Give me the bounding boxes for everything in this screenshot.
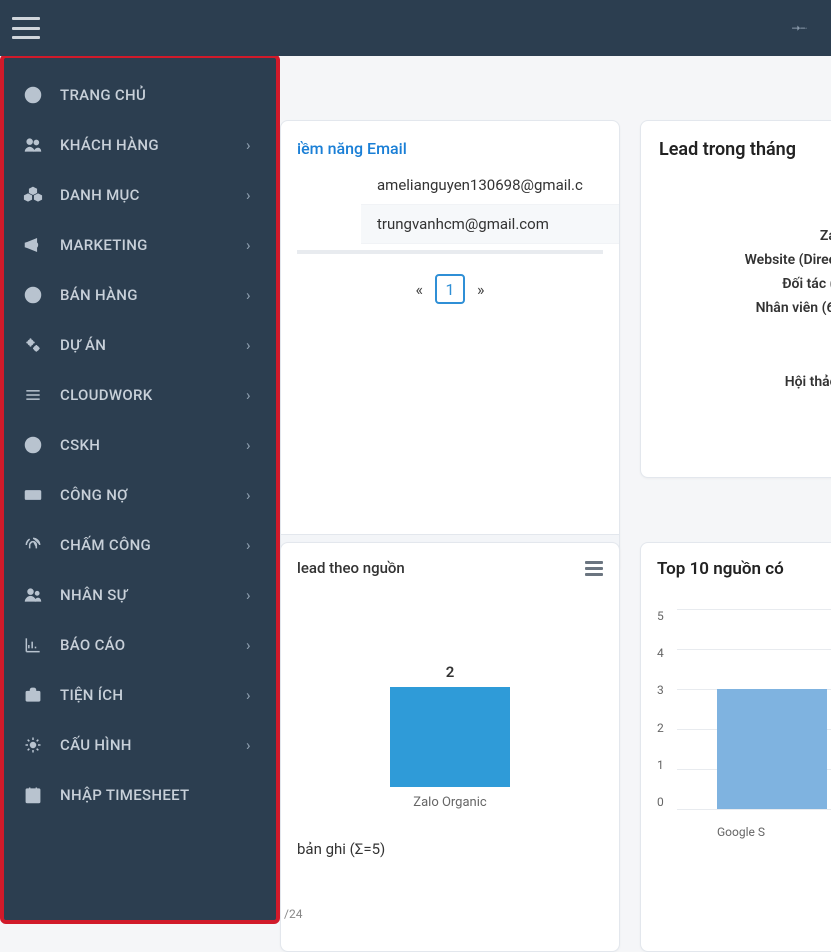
pager-next[interactable]: » xyxy=(477,280,485,299)
users-icon xyxy=(22,134,44,156)
chevron-right-icon: › xyxy=(246,386,258,404)
chevron-right-icon: › xyxy=(246,736,258,754)
chevron-right-icon: › xyxy=(246,136,258,154)
bar-category: Google S xyxy=(717,825,765,839)
stat-line: Website (Direct) (3%): xyxy=(659,248,831,272)
bar-value: 2 xyxy=(446,663,455,681)
sidebar-item-label: MARKETING xyxy=(60,236,246,254)
sidebar-item-label: CSKH xyxy=(60,436,246,454)
list-icon xyxy=(22,384,44,406)
sidebar-item-marketing[interactable]: MARKETING› xyxy=(4,220,276,270)
sidebar-item-cloudwork[interactable]: CLOUDWORK› xyxy=(4,370,276,420)
lead-month-card: Lead trong tháng Lea Zalo Orga Website (… xyxy=(640,120,831,478)
sidebar-item-label: CÔNG NỢ xyxy=(60,486,246,504)
chart-menu-icon[interactable] xyxy=(585,561,603,576)
sidebar-item-label: TIỆN ÍCH xyxy=(60,686,246,704)
sidebar-item-label: TRANG CHỦ xyxy=(60,86,258,104)
chevron-right-icon: › xyxy=(246,636,258,654)
sidebar-item-cấu-hình[interactable]: CẤU HÌNH› xyxy=(4,720,276,770)
fingerprint-icon xyxy=(22,534,44,556)
chevron-right-icon: › xyxy=(246,236,258,254)
gears-icon xyxy=(22,334,44,356)
chevron-right-icon: › xyxy=(246,336,258,354)
sidebar-item-label: CLOUDWORK xyxy=(60,386,246,404)
sidebar-item-label: NHÂN SỰ xyxy=(60,586,246,604)
sidebar-item-label: BÁN HÀNG xyxy=(60,286,246,304)
report-icon xyxy=(22,634,44,656)
sidebar-item-label: DANH MỤC xyxy=(60,186,246,204)
money-icon xyxy=(22,484,44,506)
megaphone-icon xyxy=(22,234,44,256)
pager-prev[interactable]: « xyxy=(415,280,423,299)
chart-title: lead theo nguồn xyxy=(297,559,405,577)
lead-month-title: Lead trong tháng xyxy=(659,139,831,160)
chevron-right-icon: › xyxy=(246,486,258,504)
sidebar-item-cskh[interactable]: CSKH› xyxy=(4,420,276,470)
sidebar-item-nhập-timesheet[interactable]: NHẬP TIMESHEET xyxy=(4,770,276,820)
target-icon xyxy=(22,284,44,306)
lead-source-chart-card: lead theo nguồn 2 Zalo Organic bản ghi (… xyxy=(280,542,620,952)
record-count: bản ghi (Σ=5) xyxy=(297,840,603,858)
sidebar-item-label: BÁO CÁO xyxy=(60,636,246,654)
bar-category: Zalo Organic xyxy=(297,795,603,810)
email-row[interactable]: amelianguyen130698@gmail.c xyxy=(361,166,619,205)
sidebar-item-dự-án[interactable]: DỰ ÁN› xyxy=(4,320,276,370)
stat-line: Zalo Orga xyxy=(659,224,831,248)
chevron-right-icon: › xyxy=(246,536,258,554)
chevron-right-icon: › xyxy=(246,686,258,704)
calendar-icon xyxy=(22,784,44,806)
sidebar-item-label: KHÁCH HÀNG xyxy=(60,136,246,154)
sidebar-item-trang-chủ[interactable]: TRANG CHỦ xyxy=(4,70,276,120)
briefcase-icon xyxy=(22,684,44,706)
email-row[interactable]: trungvanhcm@gmail.com xyxy=(361,205,619,244)
chevron-right-icon: › xyxy=(246,286,258,304)
sidebar-item-nhân-sự[interactable]: NHÂN SỰ› xyxy=(4,570,276,620)
dashboard-icon xyxy=(22,84,44,106)
chevron-right-icon: › xyxy=(246,186,258,204)
top-sources-chart-card: Top 10 nguồn có 5 4 3 2 1 0 Google S xyxy=(640,542,831,952)
pagination: « 1 » xyxy=(281,254,619,324)
sidebar-item-bán-hàng[interactable]: BÁN HÀNG› xyxy=(4,270,276,320)
chevron-right-icon: › xyxy=(246,436,258,454)
sidebar-item-label: CẤU HÌNH xyxy=(60,736,246,754)
sidebar-item-tiện-ích[interactable]: TIỆN ÍCH› xyxy=(4,670,276,720)
y-axis: 5 4 3 2 1 0 xyxy=(657,609,664,809)
stat-line: Đối tác (3%): 46 xyxy=(659,272,831,296)
chevron-right-icon: › xyxy=(246,586,258,604)
footer-date: /24 xyxy=(284,907,302,921)
sidebar-item-chấm-công[interactable]: CHẤM CÔNG› xyxy=(4,520,276,570)
chart-bar: 2 xyxy=(390,687,510,787)
chart-bar xyxy=(717,689,827,809)
sidebar: TRANG CHỦKHÁCH HÀNG›DANH MỤC›MARKETING›B… xyxy=(0,54,280,924)
stat-line: Hội thảo (41%): xyxy=(659,370,831,394)
email-card-title: iềm năng Email xyxy=(281,121,619,166)
sidebar-item-khách-hàng[interactable]: KHÁCH HÀNG› xyxy=(4,120,276,170)
sidebar-item-danh-mục[interactable]: DANH MỤC› xyxy=(4,170,276,220)
support-icon xyxy=(22,434,44,456)
sidebar-item-báo-cáo[interactable]: BÁO CÁO› xyxy=(4,620,276,670)
sidebar-item-công-nợ[interactable]: CÔNG NỢ› xyxy=(4,470,276,520)
team-icon xyxy=(22,584,44,606)
email-card: iềm năng Email amelianguyen130698@gmail.… xyxy=(280,120,620,575)
pin-icon[interactable] xyxy=(791,17,809,39)
cubes-icon xyxy=(22,184,44,206)
chart-title: Top 10 nguồn có xyxy=(657,559,831,579)
stat-line: Nhân viên (6%): 110 xyxy=(659,296,831,320)
settings-icon xyxy=(22,734,44,756)
menu-toggle[interactable] xyxy=(12,17,40,39)
pager-current[interactable]: 1 xyxy=(435,274,465,304)
sidebar-item-label: DỰ ÁN xyxy=(60,336,246,354)
lead-month-subtitle: Lea xyxy=(659,190,831,206)
sidebar-item-label: NHẬP TIMESHEET xyxy=(60,786,258,804)
sidebar-item-label: CHẤM CÔNG xyxy=(60,536,246,554)
